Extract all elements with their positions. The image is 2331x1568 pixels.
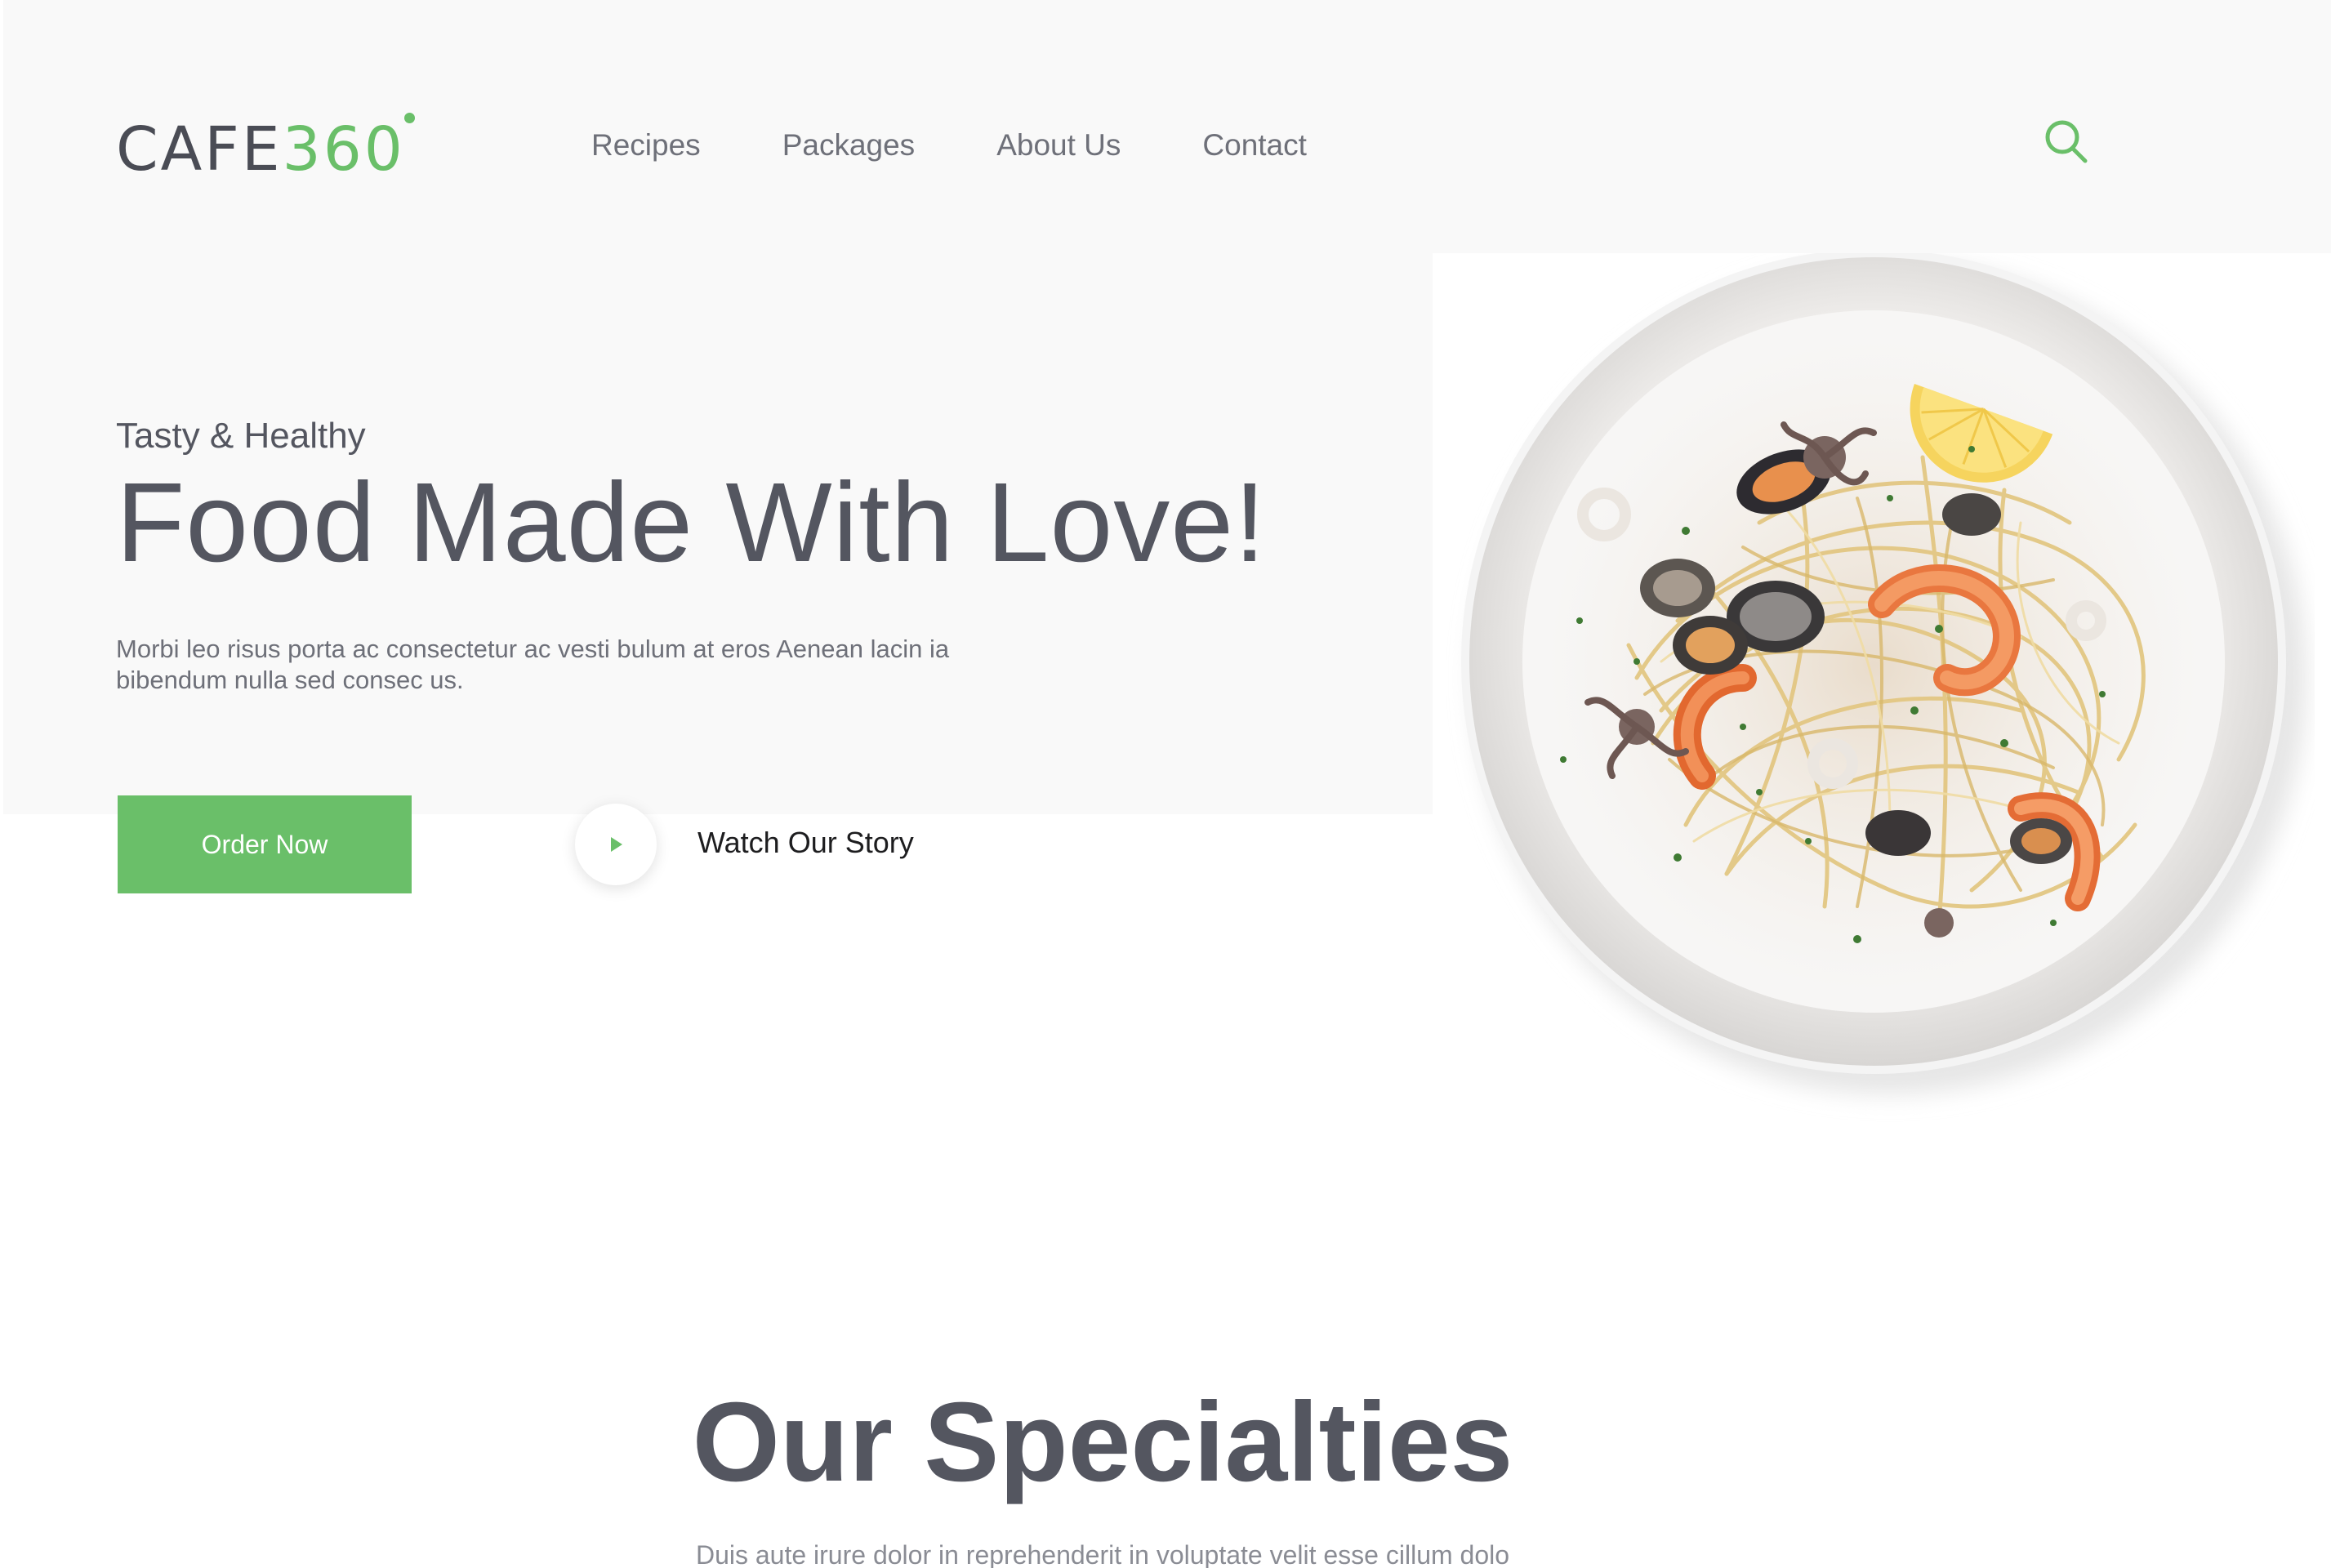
logo-text: CAFE xyxy=(116,114,283,185)
order-now-button[interactable]: Order Now xyxy=(118,795,412,893)
search-button[interactable] xyxy=(2042,118,2091,167)
hero-headline: Food Made With Love! xyxy=(116,460,1267,586)
specialties-subtitle: Duis aute irure dolor in reprehenderit i… xyxy=(695,1540,1510,1568)
seafood-pasta-plate-image xyxy=(1461,249,2306,1094)
watch-our-story-link[interactable]: Watch Our Story xyxy=(698,825,914,861)
landing-page: CAFE 360 Recipes Packages About Us Contac… xyxy=(0,0,2331,1568)
logo-dot xyxy=(403,113,415,123)
cafe360-logo[interactable]: CAFE 360 xyxy=(116,113,415,185)
nav-recipes[interactable]: Recipes xyxy=(591,127,701,163)
play-button[interactable] xyxy=(575,804,657,885)
hero-eyebrow: Tasty & Healthy xyxy=(116,416,366,456)
nav-packages[interactable]: Packages xyxy=(782,127,916,163)
logo-accent-text: 360 xyxy=(283,113,415,180)
search-icon xyxy=(2045,120,2088,163)
main-nav: Recipes Packages About Us Contact xyxy=(591,127,1388,163)
play-icon xyxy=(611,837,622,852)
nav-contact[interactable]: Contact xyxy=(1202,127,1307,163)
hero-description: Morbi leo risus porta ac consectetur ac … xyxy=(116,635,950,694)
hero-food-image xyxy=(1433,249,2315,1135)
header-background xyxy=(1433,0,2331,253)
specialties-title: Our Specialties xyxy=(692,1379,1513,1505)
nav-about-us[interactable]: About Us xyxy=(996,127,1121,163)
